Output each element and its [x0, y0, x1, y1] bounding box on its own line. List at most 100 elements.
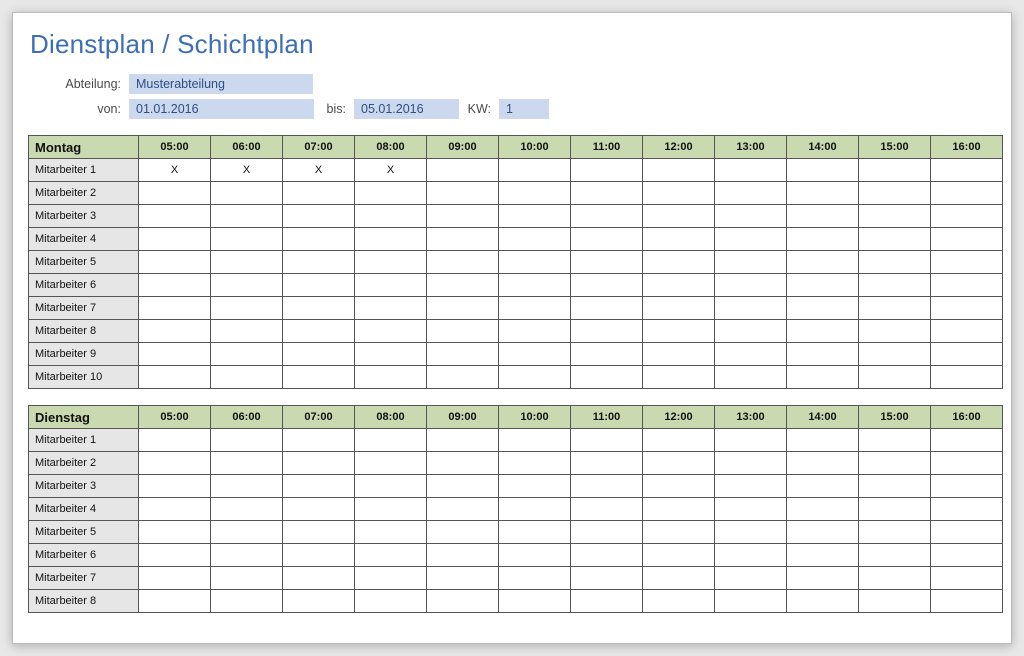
schedule-cell[interactable] [139, 251, 211, 274]
schedule-cell[interactable] [211, 475, 283, 498]
schedule-cell[interactable] [571, 544, 643, 567]
schedule-cell[interactable] [571, 274, 643, 297]
schedule-cell[interactable] [859, 521, 931, 544]
schedule-cell[interactable] [139, 366, 211, 389]
from-input[interactable]: 01.01.2016 [129, 99, 314, 119]
schedule-cell[interactable] [499, 297, 571, 320]
schedule-cell[interactable] [283, 429, 355, 452]
schedule-cell[interactable] [139, 205, 211, 228]
schedule-cell[interactable] [931, 228, 1003, 251]
schedule-cell[interactable] [499, 205, 571, 228]
schedule-cell[interactable] [931, 590, 1003, 613]
schedule-cell[interactable] [715, 274, 787, 297]
schedule-cell[interactable] [643, 228, 715, 251]
schedule-cell[interactable] [643, 475, 715, 498]
schedule-cell[interactable] [211, 544, 283, 567]
schedule-cell[interactable] [283, 343, 355, 366]
schedule-cell[interactable] [715, 521, 787, 544]
schedule-cell[interactable] [571, 159, 643, 182]
schedule-cell[interactable] [499, 452, 571, 475]
schedule-cell[interactable] [787, 366, 859, 389]
schedule-cell[interactable] [715, 320, 787, 343]
schedule-cell[interactable] [715, 297, 787, 320]
schedule-cell[interactable] [643, 567, 715, 590]
dept-input[interactable]: Musterabteilung [129, 74, 313, 94]
schedule-cell[interactable] [643, 297, 715, 320]
schedule-cell[interactable]: X [211, 159, 283, 182]
schedule-cell[interactable] [355, 182, 427, 205]
schedule-cell[interactable] [787, 590, 859, 613]
schedule-cell[interactable] [283, 366, 355, 389]
schedule-cell[interactable] [427, 521, 499, 544]
schedule-cell[interactable] [283, 475, 355, 498]
schedule-cell[interactable]: X [283, 159, 355, 182]
schedule-cell[interactable] [931, 205, 1003, 228]
schedule-cell[interactable] [859, 498, 931, 521]
schedule-cell[interactable] [715, 498, 787, 521]
schedule-cell[interactable] [427, 567, 499, 590]
schedule-cell[interactable] [787, 320, 859, 343]
schedule-cell[interactable] [139, 297, 211, 320]
schedule-cell[interactable] [283, 590, 355, 613]
kw-input[interactable]: 1 [499, 99, 549, 119]
schedule-cell[interactable] [355, 320, 427, 343]
schedule-cell[interactable] [787, 498, 859, 521]
schedule-cell[interactable] [787, 159, 859, 182]
schedule-cell[interactable] [427, 343, 499, 366]
schedule-cell[interactable] [859, 475, 931, 498]
schedule-cell[interactable] [139, 320, 211, 343]
schedule-cell[interactable] [859, 366, 931, 389]
schedule-cell[interactable] [571, 475, 643, 498]
schedule-cell[interactable] [211, 182, 283, 205]
schedule-cell[interactable] [139, 544, 211, 567]
schedule-cell[interactable] [283, 297, 355, 320]
schedule-cell[interactable] [427, 320, 499, 343]
schedule-cell[interactable] [859, 429, 931, 452]
schedule-cell[interactable] [139, 521, 211, 544]
schedule-cell[interactable] [427, 590, 499, 613]
schedule-cell[interactable] [283, 498, 355, 521]
schedule-cell[interactable] [643, 452, 715, 475]
schedule-cell[interactable] [787, 182, 859, 205]
schedule-cell[interactable] [715, 251, 787, 274]
schedule-cell[interactable] [643, 521, 715, 544]
schedule-cell[interactable] [715, 205, 787, 228]
schedule-cell[interactable] [499, 320, 571, 343]
schedule-cell[interactable] [355, 498, 427, 521]
schedule-cell[interactable] [355, 452, 427, 475]
schedule-cell[interactable] [139, 567, 211, 590]
schedule-cell[interactable] [427, 182, 499, 205]
schedule-cell[interactable] [643, 590, 715, 613]
schedule-cell[interactable] [499, 590, 571, 613]
schedule-cell[interactable] [643, 251, 715, 274]
schedule-cell[interactable] [931, 343, 1003, 366]
schedule-cell[interactable] [571, 343, 643, 366]
schedule-cell[interactable] [859, 320, 931, 343]
schedule-cell[interactable] [499, 498, 571, 521]
schedule-cell[interactable] [355, 475, 427, 498]
schedule-cell[interactable] [931, 366, 1003, 389]
schedule-cell[interactable] [499, 182, 571, 205]
schedule-cell[interactable] [139, 429, 211, 452]
schedule-cell[interactable] [571, 521, 643, 544]
schedule-cell[interactable] [499, 366, 571, 389]
schedule-cell[interactable] [643, 544, 715, 567]
schedule-cell[interactable] [427, 228, 499, 251]
schedule-cell[interactable] [355, 366, 427, 389]
schedule-cell[interactable] [499, 521, 571, 544]
schedule-cell[interactable] [787, 228, 859, 251]
schedule-cell[interactable] [571, 228, 643, 251]
schedule-cell[interactable] [571, 429, 643, 452]
schedule-cell[interactable] [715, 544, 787, 567]
schedule-cell[interactable] [643, 320, 715, 343]
schedule-cell[interactable] [571, 567, 643, 590]
schedule-cell[interactable] [139, 274, 211, 297]
schedule-cell[interactable] [283, 274, 355, 297]
schedule-cell[interactable] [211, 205, 283, 228]
schedule-cell[interactable] [715, 475, 787, 498]
schedule-cell[interactable] [283, 567, 355, 590]
schedule-cell[interactable] [859, 274, 931, 297]
schedule-cell[interactable] [211, 567, 283, 590]
schedule-cell[interactable] [931, 544, 1003, 567]
schedule-cell[interactable] [211, 590, 283, 613]
